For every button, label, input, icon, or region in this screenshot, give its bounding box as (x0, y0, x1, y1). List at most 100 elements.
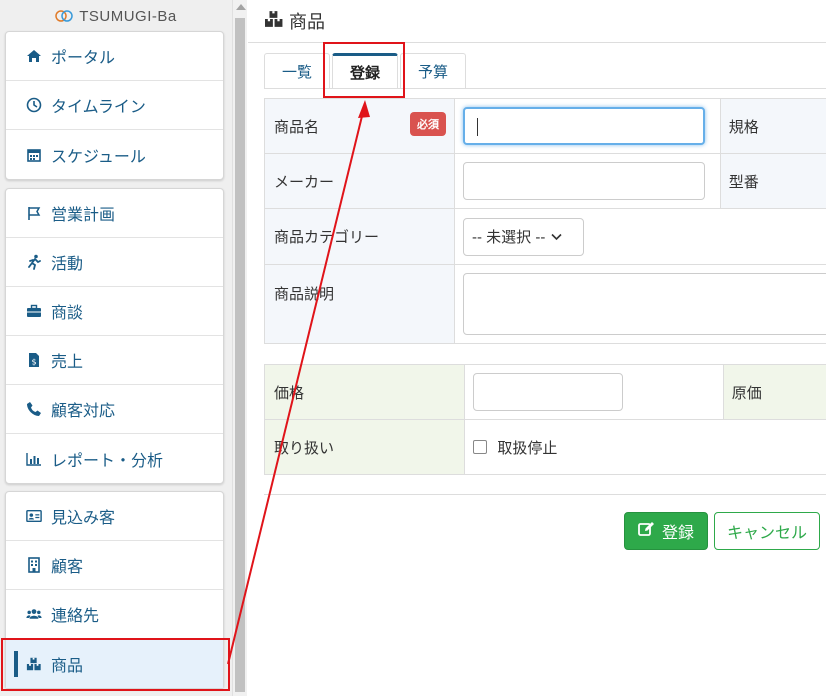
home-icon (26, 48, 42, 64)
category-label: 商品カテゴリー (274, 229, 380, 246)
handling-label-cell: 取り扱い (263, 419, 466, 475)
product-form-pricing: 価格 原価 取り扱い 取扱停止 (263, 364, 826, 475)
category-select[interactable]: -- 未選択 -- (463, 217, 584, 256)
spec-label: 規格 (728, 118, 759, 136)
required-badge: 必須 (410, 112, 446, 136)
product-name-label: 商品名 (274, 118, 320, 136)
page-header: 商品 (248, 0, 826, 43)
text-caret (477, 118, 478, 136)
sidebar-item-label: 商品 (51, 657, 84, 675)
sidebar-item-label: 商談 (51, 305, 84, 322)
product-form-main: 商品名 必須 規格 メーカー 型番 商品カテゴリー -- 未選択 -- 商品説明 (264, 98, 826, 344)
calendar-icon (26, 147, 42, 163)
sidebar-item-label: 連絡先 (51, 608, 100, 625)
menu-group-general: ポータル タイムライン スケジュール (5, 31, 224, 180)
menu-group-sales: 営業計画 活動 商談 $ 売上 顧客対応 レポート・分析 (5, 188, 224, 484)
scroll-up-arrow-icon[interactable] (236, 4, 246, 10)
sidebar-item-schedule[interactable]: スケジュール (6, 130, 223, 179)
price-label-cell: 価格 (263, 364, 466, 420)
running-icon (26, 254, 42, 270)
page-title: 商品 (289, 12, 325, 32)
sidebar-item-sales-plan[interactable]: 営業計画 (6, 189, 223, 238)
maker-label-cell: メーカー (264, 153, 455, 209)
sidebar-item-products[interactable]: 商品 (6, 639, 223, 688)
sidebar-item-portal[interactable]: ポータル (6, 32, 223, 81)
logo-text: TSUMUGI-Ba (79, 7, 177, 25)
price-input[interactable] (473, 373, 624, 411)
clock-icon (26, 97, 42, 113)
sidebar-item-activity[interactable]: 活動 (6, 238, 223, 287)
users-icon (26, 606, 42, 622)
form-divider (264, 494, 826, 495)
sidebar-item-label: 見込み客 (51, 510, 116, 527)
logo[interactable]: TSUMUGI-Ba (0, 0, 232, 32)
save-button-label: 登録 (661, 525, 694, 542)
maker-cell (454, 153, 721, 209)
sidebar-item-label: 売上 (51, 354, 84, 371)
svg-text:$: $ (31, 358, 36, 367)
sidebar-item-label: ポータル (51, 50, 116, 67)
briefcase-icon (26, 303, 42, 319)
category-select-value: -- 未選択 -- (472, 229, 546, 246)
building-icon (26, 557, 42, 573)
sidebar-item-customer-support[interactable]: 顧客対応 (6, 385, 223, 434)
handling-label: 取り扱い (274, 439, 335, 457)
sidebar-item-contacts[interactable]: 連絡先 (6, 590, 223, 639)
product-name-label-cell: 商品名 必須 (264, 98, 455, 154)
maker-label: メーカー (274, 173, 335, 191)
cost-label-cell: 原価 (722, 364, 826, 420)
sidebar-scrollbar[interactable] (232, 0, 247, 696)
sidebar-item-label: スケジュール (51, 148, 146, 166)
chevron-down-icon (551, 228, 562, 245)
boxes-icon (26, 656, 42, 672)
price-cell (464, 364, 724, 420)
handling-cell: 取扱停止 (464, 419, 826, 475)
sidebar-item-revenue[interactable]: $ 売上 (6, 336, 223, 385)
sidebar-item-label: レポート・分析 (51, 452, 164, 470)
flag-icon (26, 205, 42, 221)
tab-divider (264, 88, 826, 89)
edit-icon (638, 521, 655, 542)
save-button[interactable]: 登録 (624, 512, 708, 550)
discontinued-option[interactable]: 取扱停止 (473, 437, 826, 458)
scroll-thumb[interactable] (235, 18, 245, 692)
logo-icon (55, 10, 73, 22)
product-name-input[interactable] (463, 107, 705, 145)
model-label: 型番 (728, 173, 759, 191)
cancel-button[interactable]: キャンセル (714, 512, 820, 550)
price-label: 価格 (274, 384, 305, 402)
sidebar-item-customers[interactable]: 顧客 (6, 541, 223, 590)
sidebar-item-deals[interactable]: 商談 (6, 287, 223, 336)
maker-input[interactable] (463, 162, 705, 200)
main-content: 商品 一覧 登録 予算 商品名 必須 規格 メーカー 型番 商品カテゴリー --… (248, 0, 826, 696)
sidebar-item-timeline[interactable]: タイムライン (6, 81, 223, 130)
sidebar-item-label: 顧客対応 (51, 403, 116, 420)
menu-group-customers: 見込み客 顧客 連絡先 商品 (5, 491, 224, 689)
invoice-icon: $ (26, 352, 42, 368)
description-textarea[interactable] (463, 273, 826, 335)
sidebar-item-label: タイムライン (51, 99, 146, 116)
tab-budget[interactable]: 予算 (400, 53, 467, 89)
category-label-cell: 商品カテゴリー (264, 208, 455, 265)
bar-chart-icon (26, 451, 42, 467)
discontinued-checkbox[interactable] (473, 440, 488, 454)
sidebar-item-label: 営業計画 (51, 207, 116, 224)
category-cell: -- 未選択 -- (454, 208, 826, 265)
boxes-icon (263, 10, 285, 33)
spec-label-cell: 規格 (719, 98, 826, 154)
tab-list[interactable]: 一覧 (264, 53, 331, 89)
model-label-cell: 型番 (719, 153, 826, 209)
discontinued-label: 取扱停止 (497, 439, 558, 457)
tab-bar: 一覧 登録 予算 (264, 53, 468, 89)
phone-icon (26, 401, 42, 417)
sidebar-item-reports[interactable]: レポート・分析 (6, 434, 223, 483)
cost-label: 原価 (731, 384, 762, 402)
sidebar-item-prospects[interactable]: 見込み客 (6, 492, 223, 541)
sidebar-item-label: 顧客 (51, 559, 84, 576)
product-name-cell (454, 98, 721, 154)
description-cell (454, 264, 826, 344)
description-label-cell: 商品説明 (264, 264, 455, 344)
id-card-icon (26, 508, 42, 524)
tab-register[interactable]: 登録 (332, 53, 399, 89)
sidebar-item-label: 活動 (51, 256, 84, 273)
